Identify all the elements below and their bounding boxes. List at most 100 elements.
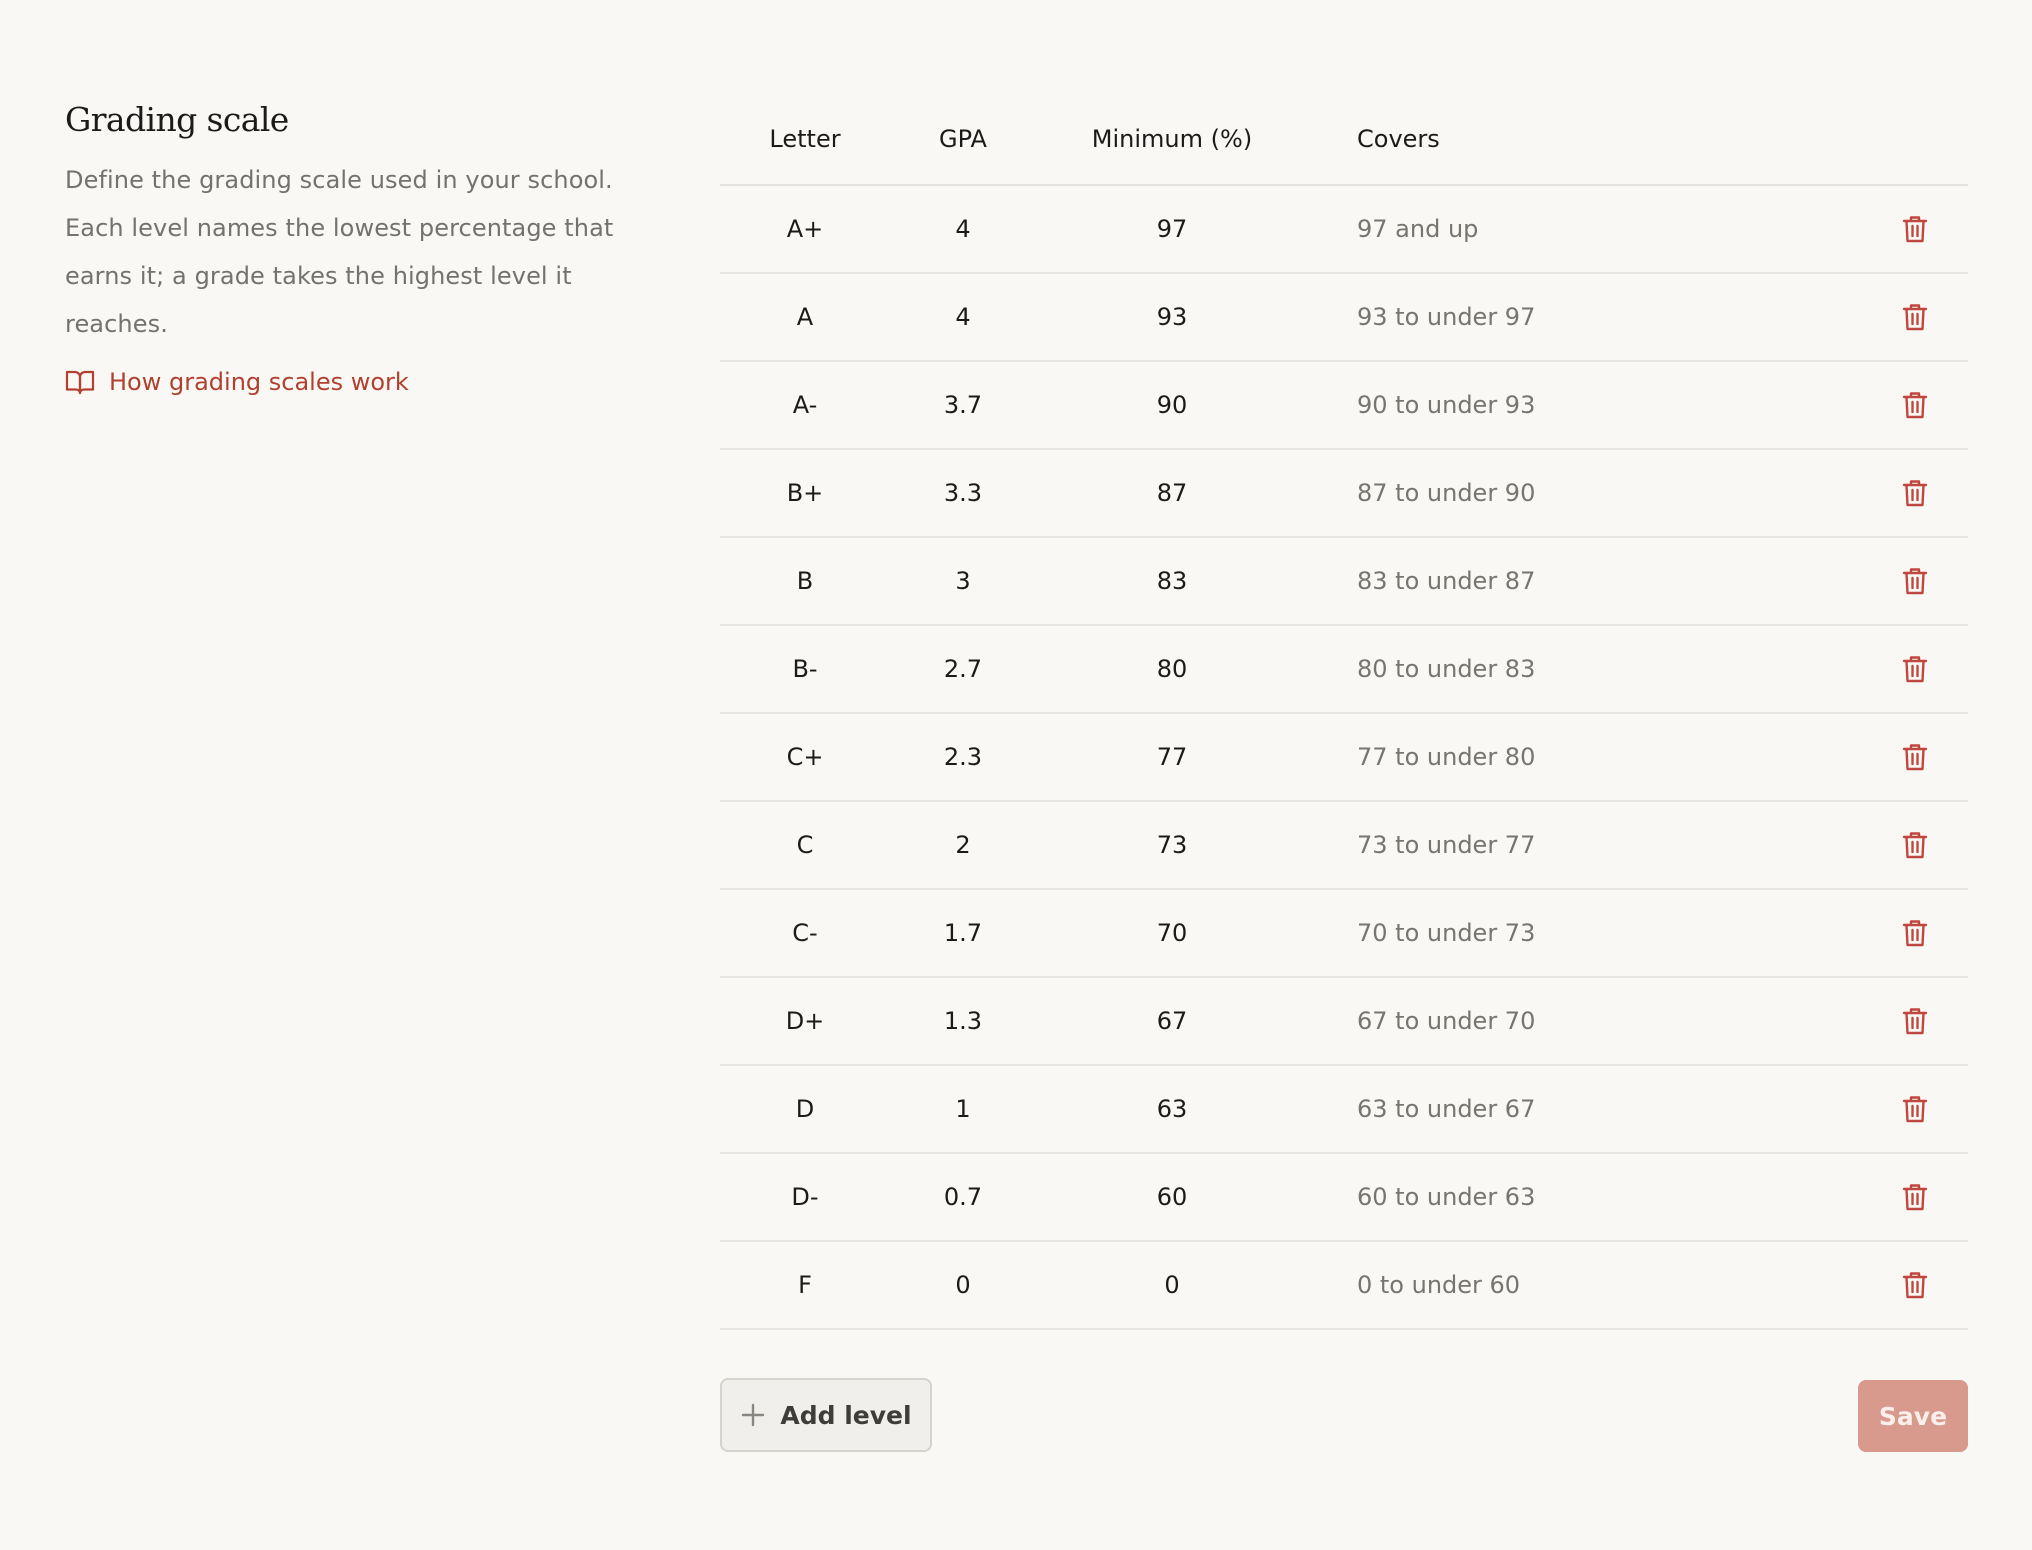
- cell-covers: 97 and up: [1357, 215, 1479, 243]
- intro-panel: Grading scale Define the grading scale u…: [65, 92, 665, 400]
- cell-covers: 77 to under 80: [1357, 743, 1536, 771]
- cell-actions: [1870, 538, 1960, 624]
- delete-level-button[interactable]: [1895, 561, 1935, 601]
- cell-minimum: 87: [1156, 479, 1188, 507]
- table-row: A- 3.7 90 90 to under 93: [720, 362, 1968, 450]
- cell-actions: [1870, 978, 1960, 1064]
- delete-level-button[interactable]: [1895, 913, 1935, 953]
- table-row: D+ 1.3 67 67 to under 70: [720, 978, 1968, 1066]
- cell-covers: 70 to under 73: [1357, 919, 1536, 947]
- cell-minimum: 67: [1156, 1007, 1188, 1035]
- cell-covers: 90 to under 93: [1357, 391, 1536, 419]
- page-title: Grading scale: [65, 100, 289, 139]
- save-button[interactable]: Save: [1858, 1380, 1968, 1452]
- cell-actions: [1870, 450, 1960, 536]
- trash-icon: [1902, 1182, 1928, 1212]
- trash-icon: [1902, 302, 1928, 332]
- delete-level-button[interactable]: [1895, 297, 1935, 337]
- cell-actions: [1870, 1154, 1960, 1240]
- header-gpa: GPA: [939, 125, 987, 153]
- trash-icon: [1902, 654, 1928, 684]
- cell-actions: [1870, 274, 1960, 360]
- cell-actions: [1870, 714, 1960, 800]
- cell-minimum: 63: [1156, 1095, 1188, 1123]
- cell-actions: [1870, 362, 1960, 448]
- delete-level-button[interactable]: [1895, 1177, 1935, 1217]
- cell-letter: B: [796, 567, 814, 595]
- cell-letter: C-: [792, 919, 818, 947]
- table-row: D 1 63 63 to under 67: [720, 1066, 1968, 1154]
- table-row: C 2 73 73 to under 77: [720, 802, 1968, 890]
- cell-gpa: 1.3: [943, 1007, 983, 1035]
- delete-level-button[interactable]: [1895, 385, 1935, 425]
- cell-minimum: 93: [1156, 303, 1188, 331]
- cell-gpa: 2.3: [943, 743, 983, 771]
- help-link[interactable]: How grading scales work: [65, 368, 409, 396]
- cell-minimum: 73: [1156, 831, 1188, 859]
- cell-minimum: 77: [1156, 743, 1188, 771]
- cell-gpa: 0: [955, 1271, 971, 1299]
- cell-letter: B+: [786, 479, 824, 507]
- cell-actions: [1870, 890, 1960, 976]
- delete-level-button[interactable]: [1895, 1265, 1935, 1305]
- table-row: C- 1.7 70 70 to under 73: [720, 890, 1968, 978]
- cell-actions: [1870, 1066, 1960, 1152]
- trash-icon: [1902, 1094, 1928, 1124]
- trash-icon: [1902, 390, 1928, 420]
- delete-level-button[interactable]: [1895, 737, 1935, 777]
- header-covers: Covers: [1357, 125, 1440, 153]
- add-level-label: Add level: [780, 1400, 912, 1430]
- trash-icon: [1902, 1006, 1928, 1036]
- table-footer: Add level Save: [720, 1378, 1968, 1454]
- book-open-icon: [65, 368, 95, 396]
- table-row: D- 0.7 60 60 to under 63: [720, 1154, 1968, 1242]
- cell-gpa: 3.3: [943, 479, 983, 507]
- trash-icon: [1902, 1270, 1928, 1300]
- cell-minimum: 80: [1156, 655, 1188, 683]
- trash-icon: [1902, 566, 1928, 596]
- table-row: A+ 4 97 97 and up: [720, 186, 1968, 274]
- cell-gpa: 0.7: [943, 1183, 983, 1211]
- cell-actions: [1870, 186, 1960, 272]
- trash-icon: [1902, 214, 1928, 244]
- table-row: B+ 3.3 87 87 to under 90: [720, 450, 1968, 538]
- delete-level-button[interactable]: [1895, 1089, 1935, 1129]
- cell-covers: 0 to under 60: [1357, 1271, 1521, 1299]
- cell-letter: C: [796, 831, 814, 859]
- table-row: F 0 0 0 to under 60: [720, 1242, 1968, 1330]
- cell-gpa: 4: [955, 215, 971, 243]
- delete-level-button[interactable]: [1895, 473, 1935, 513]
- delete-level-button[interactable]: [1895, 825, 1935, 865]
- cell-letter: D+: [785, 1007, 825, 1035]
- header-minimum: Minimum (%): [1091, 125, 1253, 153]
- table-row: C+ 2.3 77 77 to under 80: [720, 714, 1968, 802]
- trash-icon: [1902, 918, 1928, 948]
- cell-gpa: 3.7: [943, 391, 983, 419]
- delete-level-button[interactable]: [1895, 1001, 1935, 1041]
- add-level-button[interactable]: Add level: [720, 1378, 932, 1452]
- cell-letter: A: [796, 303, 814, 331]
- help-link-label[interactable]: How grading scales work: [109, 368, 409, 396]
- cell-letter: B-: [792, 655, 818, 683]
- table-body: A+ 4 97 97 and up A 4 93 93 to under 97 A- 3.7 90 9…: [720, 186, 1968, 1330]
- cell-covers: 87 to under 90: [1357, 479, 1536, 507]
- cell-covers: 60 to under 63: [1357, 1183, 1536, 1211]
- cell-gpa: 3: [955, 567, 971, 595]
- table-row: B 3 83 83 to under 87: [720, 538, 1968, 626]
- grading-scale-table: Letter GPA Minimum (%) Covers A+ 4 97 97 an…: [720, 106, 1968, 1330]
- header-letter: Letter: [769, 125, 841, 153]
- cell-letter: D-: [791, 1183, 819, 1211]
- delete-level-button[interactable]: [1895, 649, 1935, 689]
- cell-covers: 67 to under 70: [1357, 1007, 1536, 1035]
- table-row: B- 2.7 80 80 to under 83: [720, 626, 1968, 714]
- cell-gpa: 4: [955, 303, 971, 331]
- cell-actions: [1870, 802, 1960, 888]
- cell-actions: [1870, 1242, 1960, 1328]
- cell-covers: 80 to under 83: [1357, 655, 1536, 683]
- cell-minimum: 97: [1156, 215, 1188, 243]
- cell-minimum: 0: [1164, 1271, 1180, 1299]
- trash-icon: [1902, 742, 1928, 772]
- delete-level-button[interactable]: [1895, 209, 1935, 249]
- cell-covers: 83 to under 87: [1357, 567, 1536, 595]
- cell-minimum: 70: [1156, 919, 1188, 947]
